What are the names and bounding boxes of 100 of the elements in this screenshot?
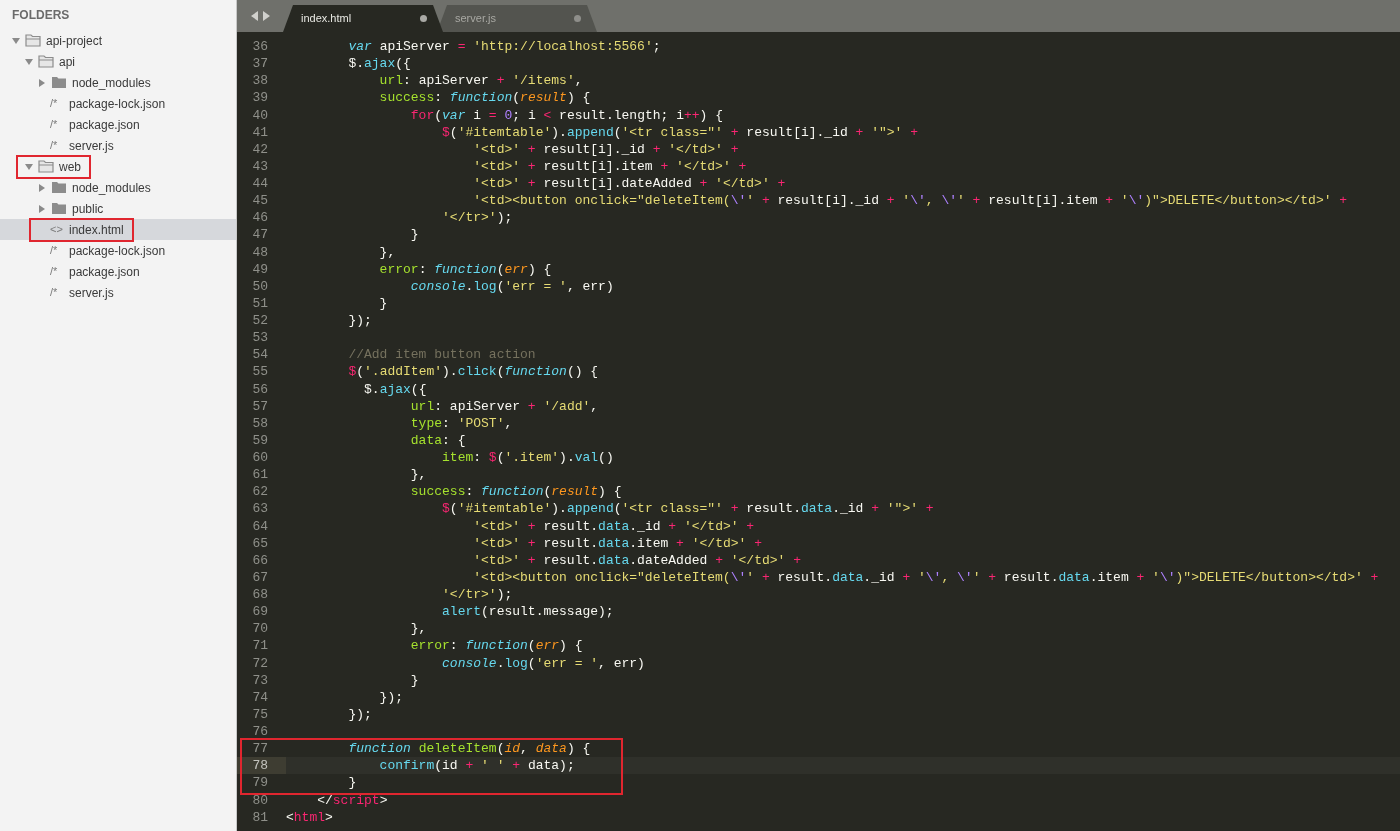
code-line: });	[378, 688, 404, 706]
code-line: $.ajax({	[347, 55, 411, 73]
line-number: 56	[251, 380, 269, 398]
code-line: '<td>' + result.data.item + '</td>' +	[472, 534, 762, 552]
folder-icon	[25, 34, 41, 47]
line-number: 53	[251, 329, 269, 347]
file-type-icon: /*	[50, 242, 64, 259]
collapsed-arrow-icon[interactable]	[38, 204, 46, 213]
line-number: 58	[251, 414, 269, 432]
line-number: 57	[251, 397, 269, 415]
file-item[interactable]: /* package-lock.json	[0, 93, 236, 114]
line-number: 63	[251, 500, 269, 518]
code-line: '<td>' + result[i].item + '</td>' +	[472, 157, 747, 175]
code-line: '<td>' + result[i]._id + '</td>' +	[472, 140, 739, 158]
code-line: $('#itemtable').append('<tr class="' + result[i]._id + '">' +	[441, 123, 918, 141]
line-number: 51	[251, 294, 269, 312]
code-line: url: apiServer + '/items',	[378, 72, 583, 90]
line-number: 70	[251, 620, 269, 638]
line-number: 81	[251, 808, 269, 826]
code-line: console.log('err = ', err)	[409, 277, 614, 295]
file-item[interactable]: /* package.json	[0, 261, 236, 282]
line-number: 40	[251, 106, 269, 124]
line-number: 62	[251, 483, 269, 501]
line-number: 73	[251, 671, 269, 689]
line-number: 75	[251, 705, 269, 723]
code-line: }	[409, 671, 419, 689]
line-number: 38	[251, 72, 269, 90]
folder-icon	[51, 76, 67, 89]
code-line: '</tr>');	[441, 209, 513, 227]
file-item[interactable]: /* package-lock.json	[0, 240, 236, 261]
code-line: <html>	[286, 808, 333, 826]
line-number: 67	[251, 568, 269, 586]
code-line: type: 'POST',	[409, 414, 513, 432]
line-number: 44	[251, 175, 269, 193]
code-line: }	[378, 294, 388, 312]
code-line: var apiServer = 'http://localhost:5566';	[347, 38, 661, 56]
code-line: '<td><button onclick="deleteItem(\'' + result[i]._id + '\', \'' + result[i].item + '\')">DELETE</button></td>' +	[472, 192, 1348, 210]
line-number: 55	[251, 363, 269, 381]
code-line: $.ajax({	[363, 380, 427, 398]
line-number: 64	[251, 517, 269, 535]
file-type-icon: /*	[50, 263, 64, 280]
folder-item[interactable]: node_modules	[0, 72, 236, 93]
line-number: 71	[251, 637, 269, 655]
line-number: 68	[251, 586, 269, 604]
file-item[interactable]: /* package.json	[0, 114, 236, 135]
code-line: //Add item button action	[347, 346, 536, 364]
code-line: error: function(err) {	[409, 637, 583, 655]
line-number: 79	[251, 774, 269, 792]
expanded-arrow-icon[interactable]	[25, 57, 33, 66]
code-line: error: function(err) {	[378, 260, 552, 278]
file-type-icon: /*	[50, 95, 64, 112]
folder-item[interactable]: node_modules	[0, 177, 236, 198]
folder-icon	[51, 181, 67, 194]
folder-item[interactable]: web	[0, 156, 236, 177]
code-line: $('.addItem').click(function() {	[347, 363, 599, 381]
file-item[interactable]: <> index.html	[0, 219, 236, 240]
folder-item[interactable]: api-project	[0, 30, 236, 51]
line-number: 65	[251, 534, 269, 552]
folder-icon	[38, 55, 54, 68]
line-number: 45	[251, 192, 269, 210]
code-line: },	[409, 466, 427, 484]
line-number: 72	[251, 654, 269, 672]
file-item[interactable]: /* server.js	[0, 282, 236, 303]
code-line: for(var i = 0; i < result.length; i++) {	[409, 106, 723, 124]
forward-icon[interactable]	[261, 11, 270, 21]
line-number: 41	[251, 123, 269, 141]
code-line: },	[409, 620, 427, 638]
code-line: </script>	[316, 791, 388, 809]
code-line: function deleteItem(id, data) {	[347, 740, 591, 758]
line-number: 52	[251, 312, 269, 330]
code-line: });	[347, 312, 372, 330]
line-number: 66	[251, 551, 269, 569]
file-item[interactable]: /* server.js	[0, 135, 236, 156]
code-line: }	[347, 774, 357, 792]
tab[interactable]: index.html	[283, 5, 443, 32]
line-number: 74	[251, 688, 269, 706]
line-number: 78	[237, 757, 286, 775]
collapsed-arrow-icon[interactable]	[38, 78, 46, 87]
sidebar-header: FOLDERS	[12, 7, 70, 24]
line-number: 37	[251, 55, 269, 73]
line-number: 36	[251, 38, 269, 56]
folder-item[interactable]: public	[0, 198, 236, 219]
folder-icon	[51, 202, 67, 215]
folder-icon	[38, 160, 54, 173]
folder-item[interactable]: api	[0, 51, 236, 72]
file-type-icon: /*	[50, 137, 64, 154]
line-number: 77	[251, 740, 269, 758]
file-type-icon: <>	[50, 221, 64, 238]
code-line: },	[378, 243, 396, 261]
code-line: }	[409, 226, 419, 244]
line-number: 69	[251, 603, 269, 621]
code-line: item: $('.item').val()	[441, 449, 614, 467]
back-icon[interactable]	[250, 11, 259, 21]
expanded-arrow-icon[interactable]	[25, 162, 33, 171]
line-number: 60	[251, 449, 269, 467]
code-line: '<td><button onclick="deleteItem(\'' + result.data._id + '\', \'' + result.data.item + '\')">DELETE</button></td>' +	[472, 568, 1379, 586]
collapsed-arrow-icon[interactable]	[38, 183, 46, 192]
line-number: 76	[251, 723, 269, 741]
expanded-arrow-icon[interactable]	[12, 36, 20, 45]
file-type-icon: /*	[50, 284, 64, 301]
